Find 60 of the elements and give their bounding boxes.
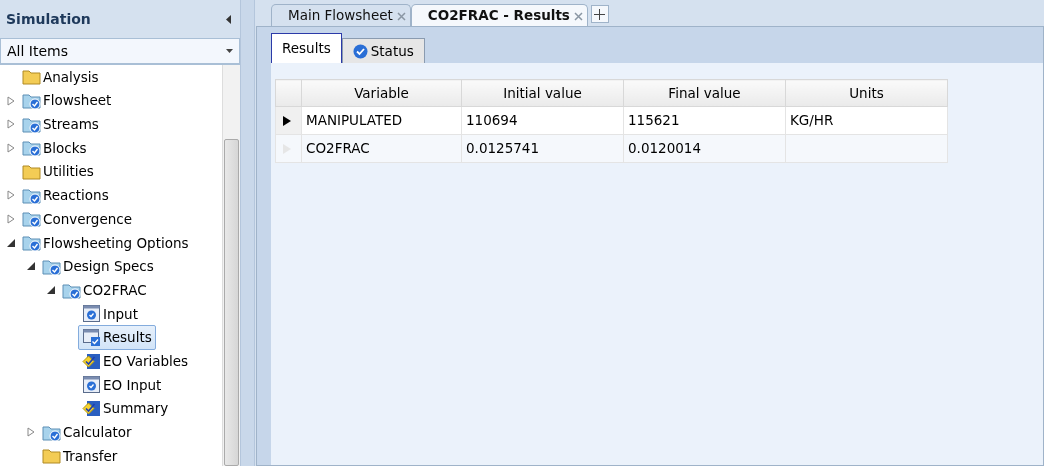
expanded-arrow-icon[interactable] <box>26 261 36 272</box>
tree-item[interactable]: Analysis <box>18 65 103 89</box>
tree-item[interactable]: Utilities <box>18 159 98 184</box>
expanded-arrow-icon[interactable] <box>6 237 16 248</box>
document-tab[interactable]: Main Flowsheet <box>271 4 411 26</box>
tree-item[interactable]: Convergence <box>18 206 136 232</box>
results-window-icon <box>82 327 101 347</box>
tree-item[interactable]: Design Specs <box>38 254 158 279</box>
tree-item[interactable]: Input <box>78 301 142 326</box>
folder-check-icon <box>22 233 41 253</box>
collapsed-arrow-icon[interactable] <box>6 213 16 224</box>
table-cell: 0.0120014 <box>623 134 786 163</box>
tree-item[interactable]: EO Variables <box>78 348 193 374</box>
tree-item[interactable]: Results <box>78 325 156 350</box>
table-cell: 0.0125741 <box>461 134 624 163</box>
folder-check-icon <box>22 91 41 111</box>
panel-title: Simulation <box>6 9 91 29</box>
collapse-icon[interactable] <box>226 14 232 24</box>
diamond-check-icon <box>82 351 101 371</box>
collapsed-arrow-icon[interactable] <box>6 95 16 106</box>
tree-item[interactable]: Blocks <box>18 135 91 161</box>
collapsed-arrow-icon[interactable] <box>26 427 36 438</box>
filter-dropdown[interactable]: All Items <box>0 38 240 64</box>
collapsed-arrow-icon[interactable] <box>6 119 16 130</box>
folder-icon <box>42 446 61 466</box>
tree-item[interactable]: Flowsheet <box>18 88 116 113</box>
table-cell: CO2FRAC <box>301 134 462 163</box>
collapsed-arrow-icon[interactable] <box>6 190 16 201</box>
column-header[interactable]: Variable <box>301 79 462 107</box>
diamond-check-icon <box>82 398 101 418</box>
column-header[interactable]: Initial value <box>461 79 624 107</box>
collapsed-arrow-icon[interactable] <box>6 142 16 153</box>
table-cell: KG/HR <box>785 106 948 135</box>
tree-item[interactable]: CO2FRAC <box>58 277 151 303</box>
tree-item[interactable]: Transfer <box>38 443 122 466</box>
tree-item[interactable]: Flowsheeting Options <box>18 230 193 255</box>
folder-icon <box>22 67 41 87</box>
form-icon <box>82 375 101 395</box>
check-icon <box>352 43 368 59</box>
form-icon <box>82 304 101 324</box>
tree-item[interactable]: Streams <box>18 112 103 137</box>
dropdown-caret-icon <box>226 49 233 53</box>
folder-icon <box>22 162 41 182</box>
tree-item[interactable]: EO Input <box>78 372 166 397</box>
tree-item[interactable]: Summary <box>78 396 173 421</box>
table-cell: MANIPULATED <box>301 106 462 135</box>
new-tab-icon[interactable] <box>590 5 609 23</box>
table-cell: 115621 <box>623 106 786 135</box>
document-tab[interactable]: CO2FRAC - Results <box>410 4 588 26</box>
folder-check-icon <box>22 209 41 229</box>
expanded-arrow-icon[interactable] <box>46 285 56 296</box>
folder-check-icon <box>22 138 41 158</box>
tree-item[interactable]: Calculator <box>38 420 136 445</box>
scrollbar[interactable] <box>222 65 240 466</box>
tab[interactable]: Status <box>341 38 425 63</box>
tree-item[interactable]: Reactions <box>18 183 113 208</box>
tab[interactable]: Results <box>271 33 342 63</box>
table-cell: 110694 <box>461 106 624 135</box>
column-header[interactable]: Units <box>785 79 948 107</box>
column-header[interactable]: Final value <box>623 79 786 107</box>
